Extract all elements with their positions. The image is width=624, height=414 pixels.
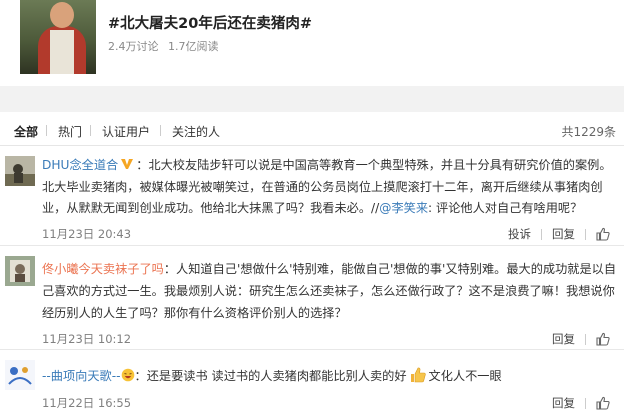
thumbnail-figure-head xyxy=(50,2,74,28)
reply-button[interactable]: 回复 xyxy=(552,395,575,411)
avatar-image xyxy=(5,156,35,186)
thumbnail-figure-apron xyxy=(50,30,74,74)
topic-thumbnail[interactable] xyxy=(20,0,96,74)
comment-actions: 回复 xyxy=(552,331,610,347)
report-button[interactable]: 投诉 xyxy=(508,226,531,242)
discussion-count: 2.4万讨论 xyxy=(108,40,159,53)
like-icon[interactable] xyxy=(596,227,610,241)
topic-header: #北大屠夫20年后还在卖猪肉# 2.4万讨论 1.7亿阅读 xyxy=(0,0,624,86)
comment-line: DHU念全道合 ：北大校友陆步轩可以说是中国高等教育一个典型特殊，并且十分具有研究… xyxy=(42,155,612,177)
laughing-emoji-icon xyxy=(121,368,134,382)
like-icon[interactable] xyxy=(596,332,610,346)
comment-actions: 投诉 回复 xyxy=(508,226,610,242)
avatar-image xyxy=(5,256,35,286)
comment-text: 业，从默默无闻到创业成功。他给北大抹黑了吗？我看未必。// xyxy=(42,201,380,215)
avatar-image xyxy=(5,360,35,390)
comment-text: ：人知道自己'想做什么'特别难，能做自己'想做的事'又特别难。最大的成功就是以自 xyxy=(163,262,617,276)
comment-time: 11月22日 16:55 xyxy=(42,396,132,410)
comment-text: : 评论他人对自己有啥用呢？ xyxy=(428,201,583,215)
tab-divider xyxy=(90,125,91,136)
comment-line: --曲项向天歌-- ：还是要读书 读过书的人卖猪肉都能比别人卖的好 文化人不一眼 xyxy=(42,366,502,388)
comment-text: 北大毕业卖猪肉，被媒体曝光被嘲笑过，在普通的公务员岗位上摸爬滚打十二年，离开后继… xyxy=(42,179,603,194)
reply-button[interactable]: 回复 xyxy=(552,226,575,242)
mention-link[interactable]: @李笑来 xyxy=(379,201,428,215)
action-divider xyxy=(585,228,586,240)
tab-divider xyxy=(46,125,47,136)
tab-divider xyxy=(160,125,161,136)
tab-all[interactable]: 全部 xyxy=(14,123,38,140)
thumbs-up-emoji-icon xyxy=(410,367,426,383)
avatar[interactable] xyxy=(5,156,35,186)
comment-username[interactable]: 佟小曦今天卖袜子了吗 xyxy=(42,262,164,276)
comment-item: DHU念全道合 ：北大校友陆步轩可以说是中国高等教育一个典型特殊，并且十分具有研究… xyxy=(0,146,624,246)
comment-time: 11月23日 10:12 xyxy=(42,332,132,346)
action-divider xyxy=(585,333,586,345)
tab-hot[interactable]: 热门 xyxy=(58,123,82,140)
reply-button[interactable]: 回复 xyxy=(552,331,575,347)
comment-item: 佟小曦今天卖袜子了吗：人知道自己'想做什么'特别难，能做自己'想做的事'又特别难… xyxy=(0,246,624,350)
comment-filter-tabs: 全部 热门 认证用户 关注的人 共1229条 xyxy=(0,112,624,146)
avatar[interactable] xyxy=(5,256,35,286)
comment-time: 11月23日 20:43 xyxy=(42,227,132,241)
comment-item: --曲项向天歌-- ：还是要读书 读过书的人卖猪肉都能比别人卖的好 文化人不一眼 1… xyxy=(0,350,624,414)
comment-line: 业，从默默无闻到创业成功。他给北大抹黑了吗？我看未必。//@李笑来: 评论他人对… xyxy=(42,198,582,220)
read-count: 1.7亿阅读 xyxy=(168,40,219,53)
like-icon[interactable] xyxy=(596,396,610,410)
action-divider xyxy=(585,397,586,409)
comment-total: 共1229条 xyxy=(561,125,616,139)
action-divider xyxy=(541,228,542,240)
comment-text: ：北大校友陆步轩可以说是中国高等教育一个典型特殊，并且十分具有研究价值的案例。 xyxy=(136,158,612,172)
comment-text: 文化人不一眼 xyxy=(428,369,502,383)
comment-actions: 回复 xyxy=(552,395,610,411)
comment-username[interactable]: DHU念全道合 xyxy=(42,158,118,172)
topic-stats: 2.4万讨论 1.7亿阅读 xyxy=(108,38,225,54)
comment-line: 佟小曦今天卖袜子了吗：人知道自己'想做什么'特别难，能做自己'想做的事'又特别难… xyxy=(42,259,616,281)
tab-verified[interactable]: 认证用户 xyxy=(102,123,150,140)
topic-title[interactable]: #北大屠夫20年后还在卖猪肉# xyxy=(108,12,312,33)
comment-text: 经历别人的人生了吗？那你有什么资格评价别人的选择？ xyxy=(42,306,347,320)
tab-following[interactable]: 关注的人 xyxy=(172,123,220,140)
verified-v-icon xyxy=(121,159,134,169)
comment-username[interactable]: --曲项向天歌-- xyxy=(42,369,121,383)
comment-text: 己喜欢的方式过一生。我最烦别人说：研究生怎么还卖袜子，怎么还做行政了？这不是浪费… xyxy=(42,284,615,298)
comment-text: ：还是要读书 读过书的人卖猪肉都能比别人卖的好 xyxy=(134,369,407,383)
section-divider xyxy=(0,86,624,112)
avatar[interactable] xyxy=(5,360,35,390)
